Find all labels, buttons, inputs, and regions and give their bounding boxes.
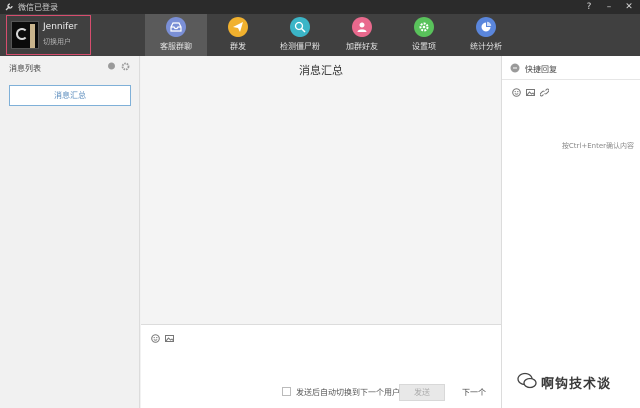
nav-detect-zombie[interactable]: 检测僵尸粉 [269,14,331,56]
avatar-stripe [30,24,35,48]
paper-plane-icon [228,17,248,37]
title-bar: 微信已登录 ? – ✕ [0,0,640,14]
help-icon: ? [586,2,592,12]
chat-title: 消息汇总 [299,64,343,77]
pie-chart-icon [476,17,496,37]
window-title: 微信已登录 [18,3,58,12]
wechat-logo-icon [517,372,537,389]
main-header: Jennifer 切换用户 客服群聊 群发 检测僵尸粉 加群好友 设置项 统计分… [0,14,640,56]
image-icon[interactable] [165,334,174,343]
message-list-title: 消息列表 [9,64,41,73]
account-switcher[interactable]: Jennifer 切换用户 [6,15,91,55]
minimize-button[interactable]: – [604,2,614,12]
gear-icon[interactable] [121,62,130,71]
nav-statistics[interactable]: 统计分析 [455,14,517,56]
shortcut-hint: 按Ctrl+Enter确认内容 [561,142,634,150]
message-list-panel: 消息列表 消息汇总 [0,56,140,408]
add-user-icon [352,17,372,37]
auto-switch-checkbox[interactable] [282,387,291,396]
close-icon: ✕ [625,2,633,12]
emoji-icon[interactable] [512,88,521,97]
nav-label: 客服群聊 [160,42,192,51]
close-button[interactable]: ✕ [624,2,634,12]
emoji-icon[interactable] [151,334,160,343]
nav-label: 加群好友 [346,42,378,51]
auto-switch-label: 发送后自动切换到下一个用户 [296,388,400,397]
chat-panel: 消息汇总 发送后自动切换到下一个用户 发送 下一个 [141,56,501,408]
nav-broadcast[interactable]: 群发 [207,14,269,56]
send-button[interactable]: 发送 [399,384,445,401]
watermark-text: 啊钩技术谈 [541,377,612,392]
gear-icon [414,17,434,37]
quick-reply-panel: 快捷回复 按Ctrl+Enter确认内容 [501,56,640,408]
nav-settings[interactable]: 设置项 [393,14,455,56]
minimize-icon: – [606,2,612,12]
inbox-icon [166,17,186,37]
nav-add-friends[interactable]: 加群好友 [331,14,393,56]
nav-label: 群发 [230,42,246,51]
quick-reply-title: 快捷回复 [525,65,557,74]
divider [502,79,640,80]
nav-label: 统计分析 [470,42,502,51]
chat-bubble-icon[interactable] [107,62,116,71]
search-user-icon [290,17,310,37]
nav-customer-chat[interactable]: 客服群聊 [145,14,207,56]
watermark: 啊钩技术谈 [513,370,638,392]
link-icon[interactable] [540,88,549,97]
next-button[interactable]: 下一个 [451,384,497,401]
switch-user-link[interactable]: 切换用户 [43,37,71,47]
avatar [11,21,39,49]
account-name: Jennifer [43,22,78,32]
message-summary-button[interactable]: 消息汇总 [9,85,131,106]
help-button[interactable]: ? [584,2,594,12]
nav-label: 设置项 [412,42,436,51]
image-icon[interactable] [526,88,535,97]
chat-bubble-icon [510,63,520,73]
wrench-icon [5,3,13,11]
avatar-graphic [16,28,28,40]
nav-label: 检测僵尸粉 [280,42,320,51]
